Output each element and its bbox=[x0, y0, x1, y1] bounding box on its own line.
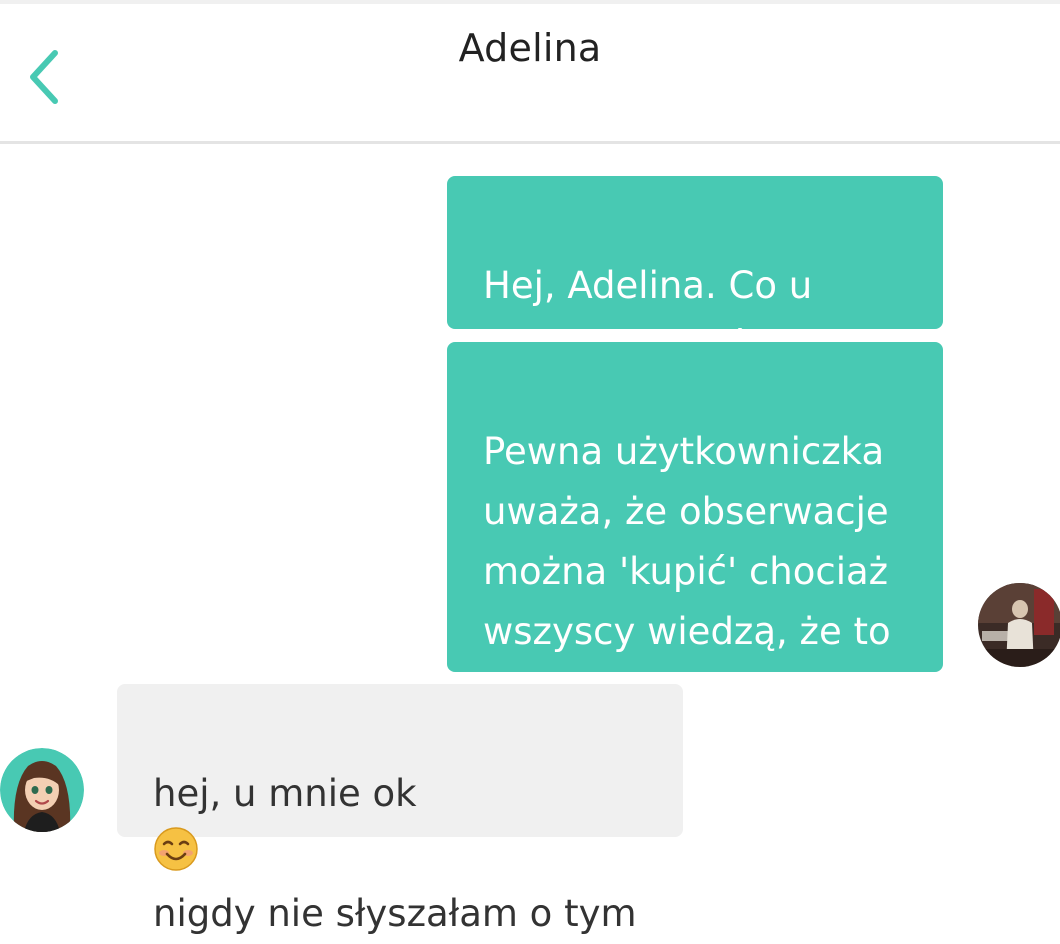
cartoon-avatar-icon bbox=[0, 748, 84, 832]
chat-header: Adelina bbox=[0, 4, 1060, 144]
message-text: Pewna użytkowniczka uważa, że obserwacje… bbox=[483, 430, 891, 713]
message-text-part: hej, u mnie ok bbox=[153, 772, 417, 815]
user-photo-icon bbox=[978, 583, 1060, 667]
outgoing-message[interactable]: Pewna użytkowniczka uważa, że obserwacje… bbox=[447, 342, 943, 769]
message-text-part: nigdy nie słyszałam o tym bbox=[153, 892, 637, 935]
chat-title: Adelina bbox=[458, 26, 602, 70]
avatar[interactable] bbox=[0, 748, 84, 832]
avatar[interactable] bbox=[978, 583, 1060, 667]
outgoing-message[interactable]: Hej, Adelina. Co u ciebie słuchać? :) bbox=[447, 176, 943, 367]
incoming-message[interactable]: hej, u mnie ok nigdy nie słyszałam o tym bbox=[117, 684, 683, 935]
smiling-face-emoji bbox=[154, 827, 198, 871]
